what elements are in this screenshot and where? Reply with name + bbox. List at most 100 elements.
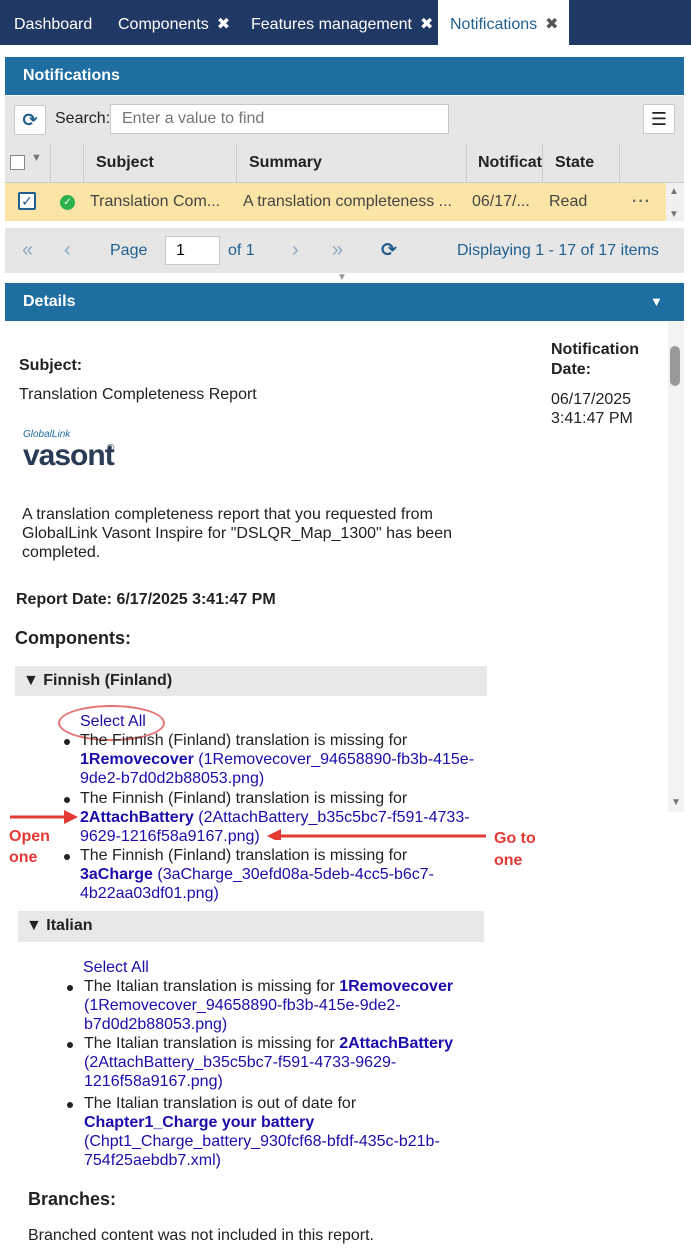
- finnish-section-header[interactable]: ▼ Finnish (Finland): [15, 666, 487, 696]
- report-date: Report Date: 6/17/2025 3:41:47 PM: [16, 591, 276, 608]
- component-link[interactable]: Chapter1_Charge your battery: [84, 1114, 314, 1132]
- list-item: The Italian translation is missing for 1…: [84, 978, 453, 996]
- intro-text: GlobalLink Vasont Inspire for "DSLQR_Map…: [22, 525, 452, 542]
- tab-label: Features management: [251, 16, 412, 33]
- row-state: Read: [549, 193, 588, 210]
- notification-time-value: 3:41:47 PM: [551, 410, 633, 427]
- file-link[interactable]: 1216f58a9167.png): [84, 1073, 223, 1091]
- subject-value: Translation Completeness Report: [19, 386, 257, 403]
- list-item: The Italian translation is out of date f…: [84, 1095, 357, 1112]
- refresh-icon[interactable]: ⟳: [14, 105, 46, 135]
- component-link[interactable]: 1Removecover: [80, 751, 194, 768]
- page-label: Page: [110, 242, 148, 259]
- menu-icon[interactable]: ☰: [643, 104, 675, 134]
- registered-icon: ®: [107, 443, 115, 454]
- displaying-count: Displaying 1 - 17 of 17 items: [457, 242, 659, 259]
- tab-label: Notifications: [450, 16, 538, 33]
- notification-date-label: Notification: [551, 341, 639, 358]
- file-link[interactable]: (1Removecover_94658890-fb3b-415e-: [194, 751, 474, 768]
- list-item: 1Removecover (1Removecover_94658890-fb3b…: [80, 751, 474, 769]
- file-link[interactable]: (Chpt1_Charge_battery_930fcf68-bfdf-435c…: [84, 1133, 440, 1151]
- list-item: The Finnish (Finland) translation is mis…: [80, 732, 408, 749]
- first-page-icon[interactable]: «: [22, 228, 33, 273]
- column-actions: [619, 143, 667, 183]
- list-item: The Finnish (Finland) translation is mis…: [80, 847, 408, 864]
- scrollbar-thumb[interactable]: [670, 346, 680, 386]
- file-link[interactable]: b7d0d2b88053.png): [84, 1016, 227, 1034]
- component-link[interactable]: 2AttachBattery: [339, 1035, 453, 1052]
- next-page-icon[interactable]: ›: [292, 228, 299, 273]
- tab-features-management[interactable]: Features management ✖: [251, 0, 433, 45]
- close-icon[interactable]: ✖: [420, 16, 433, 33]
- file-link[interactable]: (2AttachBattery_b35c5bc7-f591-4733-9629-: [84, 1054, 396, 1072]
- previous-page-icon[interactable]: ‹: [64, 228, 71, 273]
- close-icon[interactable]: ✖: [217, 16, 230, 33]
- row-checkbox[interactable]: ✓: [18, 192, 36, 210]
- intro-text: completed.: [22, 544, 101, 561]
- splitter-handle-icon[interactable]: ▼: [337, 272, 347, 283]
- italian-section-header[interactable]: ▼ Italian: [18, 911, 484, 942]
- component-link[interactable]: 3aCharge: [80, 866, 153, 883]
- notification-date-label: Date:: [551, 361, 592, 378]
- annotation-arrows: [10, 810, 486, 840]
- row-subject: Translation Com...: [90, 193, 221, 210]
- select-all-checkbox[interactable]: [10, 155, 25, 170]
- bullet: [67, 1042, 73, 1048]
- tab-notifications[interactable]: Notifications ✖: [438, 0, 569, 45]
- annotation-open-one: one: [9, 849, 38, 866]
- arrow-head-left: [267, 829, 281, 840]
- bullet: [64, 854, 70, 860]
- search-label: Search:: [55, 110, 111, 127]
- collapse-icon[interactable]: ▼: [650, 294, 663, 309]
- file-link[interactable]: (3aCharge_30efd08a-5deb-4cc5-b6c7-: [153, 866, 434, 883]
- scroll-down-icon[interactable]: ▼: [669, 209, 679, 220]
- tab-label: Components: [118, 16, 209, 33]
- component-link[interactable]: 1Removecover: [339, 978, 453, 995]
- subject-label: Subject:: [19, 357, 83, 374]
- column-state[interactable]: State: [542, 143, 620, 183]
- annotation-go-to-one: one: [494, 852, 523, 869]
- bullet: [67, 1102, 73, 1108]
- details-scrollbar[interactable]: [668, 322, 684, 812]
- list-item: The Italian translation is missing for 2…: [84, 1035, 453, 1053]
- intro-text: A translation completeness report that y…: [22, 506, 433, 523]
- select-all-link[interactable]: Select All: [83, 959, 149, 977]
- row-summary: A translation completeness ...: [243, 193, 452, 210]
- close-icon[interactable]: ✖: [545, 16, 558, 33]
- details-title: Details: [5, 283, 684, 321]
- item-text: The Italian translation is missing for: [84, 978, 340, 995]
- more-icon[interactable]: ···: [632, 183, 656, 221]
- select-all-link[interactable]: Select All: [80, 713, 146, 731]
- column-subject[interactable]: Subject: [83, 143, 237, 183]
- page-input[interactable]: [165, 236, 220, 265]
- bullet: [67, 985, 73, 991]
- row-date: 06/17/...: [472, 193, 530, 210]
- item-text: The Italian translation is missing for: [84, 1035, 340, 1052]
- vasont-logo: vasont: [23, 439, 115, 472]
- file-link[interactable]: 754f25aebdb7.xml): [84, 1152, 221, 1170]
- last-page-icon[interactable]: »: [332, 228, 343, 273]
- column-notification-date[interactable]: Notificat: [466, 143, 543, 183]
- tab-dashboard[interactable]: Dashboard: [14, 0, 92, 45]
- file-link[interactable]: 9de2-b7d0d2b88053.png): [80, 770, 264, 788]
- search-input[interactable]: [110, 104, 449, 134]
- tab-components[interactable]: Components ✖: [118, 0, 230, 45]
- column-status: [50, 143, 83, 183]
- file-link[interactable]: (1Removecover_94658890-fb3b-415e-9de2-: [84, 997, 401, 1015]
- branches-heading: Branches:: [28, 1189, 117, 1209]
- scroll-up-icon[interactable]: ▲: [669, 186, 679, 197]
- details-body: ▼ Subject: Translation Completeness Repo…: [5, 322, 684, 812]
- components-heading: Components:: [15, 628, 131, 648]
- check-circle-icon: ✓: [60, 195, 75, 210]
- chevron-down-icon[interactable]: ▼: [31, 152, 42, 164]
- tab-label: Dashboard: [14, 16, 93, 33]
- arrow-head-right: [64, 810, 78, 824]
- refresh-icon[interactable]: ⟳: [381, 228, 397, 273]
- notification-date-value: 06/17/2025: [551, 391, 632, 408]
- file-link[interactable]: 4b22aa03df01.png): [80, 885, 219, 903]
- of-pages-label: of 1: [228, 242, 255, 259]
- panel-title: Notifications: [5, 57, 684, 95]
- bullet: [64, 739, 70, 745]
- branches-text: Branched content was not included in thi…: [28, 1227, 374, 1244]
- column-summary[interactable]: Summary: [236, 143, 467, 183]
